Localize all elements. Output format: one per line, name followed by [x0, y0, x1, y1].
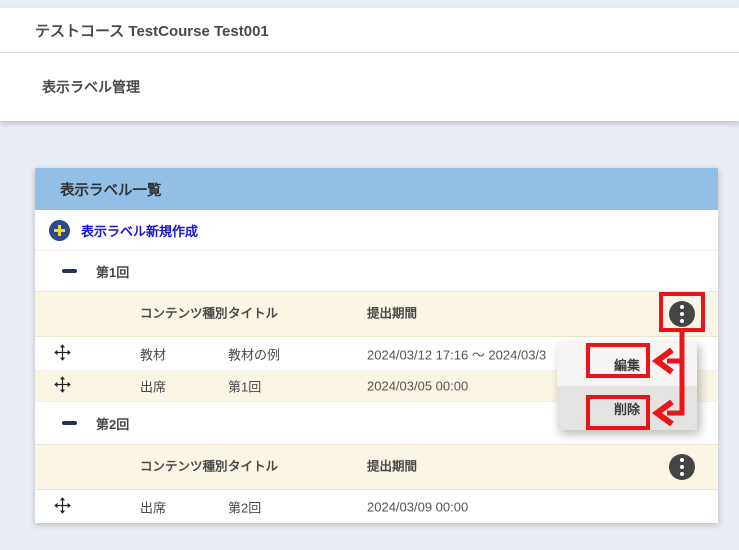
- section-label: 第1回: [96, 262, 129, 281]
- move-handle-icon[interactable]: [54, 497, 71, 517]
- menu-item-edit[interactable]: 編集: [557, 342, 697, 386]
- row-period: 2024/03/05 00:00: [367, 379, 468, 394]
- collapse-minus-icon[interactable]: [62, 421, 77, 425]
- kebab-menu-icon[interactable]: [669, 301, 695, 327]
- row-title: 第1回: [228, 377, 261, 396]
- course-title: テストコース TestCourse Test001: [0, 8, 739, 53]
- row-period: 2024/03/09 00:00: [367, 499, 468, 514]
- table-row: 出席 第2回 2024/03/09 00:00: [35, 490, 718, 523]
- page-header: テストコース TestCourse Test001 表示ラベル管理: [0, 8, 739, 121]
- row-content-type: 出席: [140, 497, 166, 516]
- table-header-row: コンテンツ種別 タイトル 提出期間: [35, 444, 718, 490]
- move-handle-icon[interactable]: [54, 376, 71, 396]
- move-handle-icon[interactable]: [54, 344, 71, 364]
- create-label-row: 表示ラベル新規作成: [35, 210, 718, 250]
- context-menu: 編集 削除: [557, 342, 697, 430]
- collapse-minus-icon[interactable]: [62, 269, 77, 273]
- column-header-content-type: コンテンツ種別: [140, 306, 228, 323]
- column-header-title: タイトル: [228, 459, 278, 476]
- column-header-period: 提出期間: [367, 306, 417, 323]
- row-title: 第2回: [228, 497, 261, 516]
- table-header-row: コンテンツ種別 タイトル 提出期間: [35, 291, 718, 337]
- row-title: 教材の例: [228, 344, 280, 363]
- section-label: 第2回: [96, 414, 129, 433]
- row-content-type: 出席: [140, 377, 166, 396]
- plus-icon[interactable]: [49, 220, 70, 241]
- create-label-link[interactable]: 表示ラベル新規作成: [81, 221, 198, 240]
- panel-title: 表示ラベル一覧: [35, 168, 718, 210]
- page-title: 表示ラベル管理: [0, 53, 739, 121]
- kebab-menu-icon[interactable]: [669, 454, 695, 480]
- column-header-content-type: コンテンツ種別: [140, 459, 228, 476]
- section-row-1: 第1回: [35, 250, 718, 291]
- menu-item-delete[interactable]: 削除: [557, 386, 697, 430]
- row-content-type: 教材: [140, 344, 166, 363]
- column-header-title: タイトル: [228, 306, 278, 323]
- column-header-period: 提出期間: [367, 459, 417, 476]
- row-period: 2024/03/12 17:16 ～ 2024/03/3: [367, 344, 546, 363]
